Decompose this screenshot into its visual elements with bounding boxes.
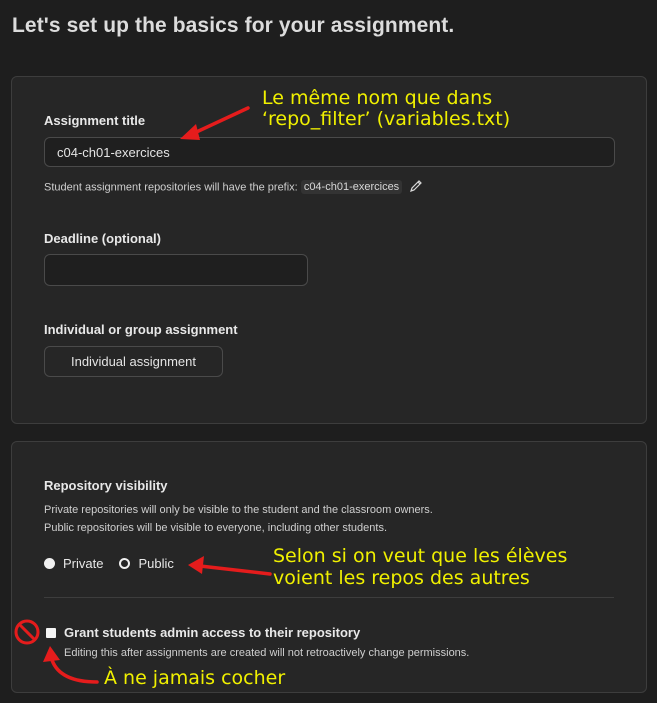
annotation-arrows [14,106,272,684]
arrow-to-public-icon [188,556,272,576]
arrow-to-checkbox-icon [43,646,99,684]
arrow-to-title-icon [180,106,250,140]
no-entry-icon [14,619,40,645]
